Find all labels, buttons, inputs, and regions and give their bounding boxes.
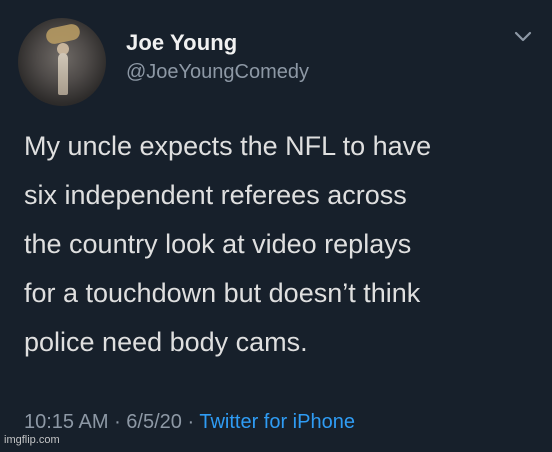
avatar-figure-shape <box>58 53 68 95</box>
tweet-date: 6/5/20 <box>126 411 182 433</box>
avatar-sign-shape <box>44 22 82 46</box>
tweet-card: Joe Young @JoeYoungComedy My uncle expec… <box>0 0 552 452</box>
avatar[interactable] <box>18 18 106 106</box>
tweet-time: 10:15 AM <box>24 411 109 433</box>
meta-separator: · <box>108 411 127 433</box>
imgflip-watermark: imgflip.com <box>4 434 60 446</box>
author-name[interactable]: Joe Young <box>126 30 237 56</box>
chevron-down-icon[interactable] <box>514 31 532 43</box>
meta-separator: · <box>181 411 200 433</box>
author-handle[interactable]: @JoeYoungComedy <box>126 61 309 84</box>
tweet-text: My uncle expects the NFL to have six ind… <box>24 131 432 357</box>
tweet-meta: 10:15 AM · 6/5/20 · Twitter for iPhone <box>24 411 355 434</box>
tweet-source-link[interactable]: Twitter for iPhone <box>199 411 355 433</box>
